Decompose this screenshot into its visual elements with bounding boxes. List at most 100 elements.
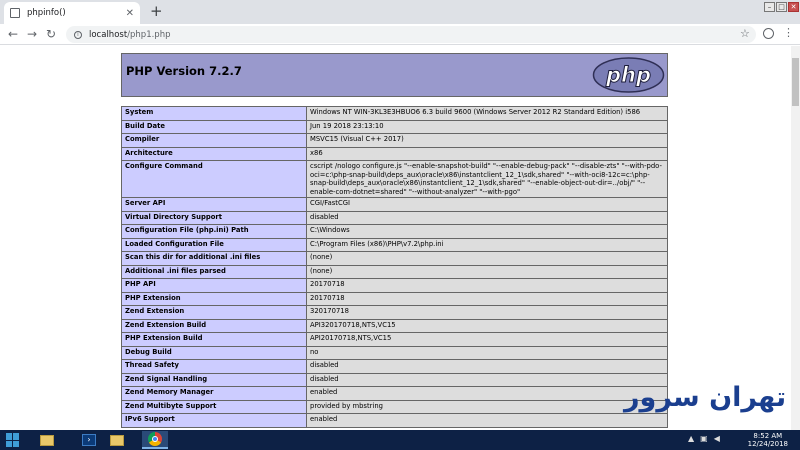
- new-tab-button[interactable]: +: [150, 4, 163, 19]
- tab-strip: phpinfo() ✕ + – □ ✕: [0, 0, 800, 24]
- info-row: Configuration File (php.ini) Path C:\Wind…: [121, 224, 668, 239]
- info-value: 20170718: [306, 291, 668, 306]
- windows-start-icon[interactable]: [6, 433, 20, 447]
- browser-menu-icon[interactable]: ⋮: [783, 26, 794, 40]
- info-key: Virtual Directory Support: [121, 210, 307, 225]
- site-info-icon[interactable]: i: [74, 30, 82, 39]
- tab-close-icon[interactable]: ✕: [126, 8, 134, 19]
- info-value: x86: [306, 146, 668, 161]
- info-key: Thread Safety: [121, 359, 307, 374]
- info-value: disabled: [306, 372, 668, 387]
- watermark-logo: تهران سرور: [624, 382, 787, 413]
- url-host: localhost: [89, 29, 128, 40]
- php-header: PHP Version 7.2.7 php: [121, 53, 668, 97]
- info-value: API320170718,NTS,VC15: [306, 318, 668, 333]
- info-row: Loaded Configuration File C:\Program File…: [121, 237, 668, 252]
- info-row: Zend Memory Manager enabled: [121, 386, 668, 401]
- clock-time: 8:52 AM: [753, 432, 783, 440]
- tray-chevron-icon[interactable]: ▲: [688, 434, 694, 443]
- info-value: API20170718,NTS,VC15: [306, 332, 668, 347]
- info-key: Loaded Configuration File: [121, 237, 307, 252]
- reload-button[interactable]: ↻: [46, 27, 56, 41]
- info-row: Thread Safety disabled: [121, 359, 668, 374]
- info-key: Additional .ini files parsed: [121, 264, 307, 279]
- account-icon[interactable]: [763, 28, 774, 39]
- info-row: Debug Build no: [121, 345, 668, 360]
- maximize-button[interactable]: □: [776, 2, 787, 12]
- info-row: Architecture x86: [121, 146, 668, 161]
- info-row: Build Date Jun 19 2018 23:13:10: [121, 119, 668, 134]
- info-key: Zend Extension: [121, 305, 307, 320]
- info-row: Configure Command cscript /nologo configu…: [121, 160, 668, 198]
- info-value: disabled: [306, 210, 668, 225]
- close-window-button[interactable]: ✕: [788, 2, 799, 12]
- taskbar-clock[interactable]: 8:52 AM 12/24/2018: [748, 432, 788, 448]
- php-logo: php: [592, 57, 665, 93]
- info-value: C:\Windows: [306, 224, 668, 239]
- phpinfo-table-body: System Windows NT WIN-3KL3E3HBUO6 6.3 bui…: [121, 106, 668, 428]
- info-key: PHP Extension Build: [121, 332, 307, 347]
- info-key: Scan this dir for additional .ini files: [121, 251, 307, 266]
- info-key: IPv6 Support: [121, 413, 307, 428]
- info-value: CGI/FastCGI: [306, 197, 668, 212]
- info-key: Architecture: [121, 146, 307, 161]
- tab-phpinfo[interactable]: phpinfo() ✕: [4, 2, 140, 24]
- info-row: Zend Multibyte Support provided by mbstri…: [121, 399, 668, 414]
- bookmark-star-icon[interactable]: ☆: [740, 27, 750, 40]
- page-title: PHP Version 7.2.7: [126, 64, 242, 78]
- info-key: Build Date: [121, 119, 307, 134]
- scrollbar-thumb[interactable]: [792, 58, 799, 106]
- network-icon[interactable]: ▣: [700, 434, 708, 443]
- page-favicon-icon: [10, 8, 20, 18]
- tab-title: phpinfo(): [27, 8, 66, 18]
- chrome-icon: [148, 432, 162, 446]
- taskbar-server-manager[interactable]: [34, 431, 60, 449]
- info-row: PHP Extension Build API20170718,NTS,VC15: [121, 332, 668, 347]
- info-key: System: [121, 106, 307, 121]
- page-viewport: PHP Version 7.2.7 php System Windows NT W…: [0, 46, 800, 430]
- info-value: Windows NT WIN-3KL3E3HBUO6 6.3 build 960…: [306, 106, 668, 121]
- info-key: Zend Memory Manager: [121, 386, 307, 401]
- folder-icon: [110, 434, 124, 446]
- info-row: Scan this dir for additional .ini files(…: [121, 251, 668, 266]
- minimize-button[interactable]: –: [764, 2, 775, 12]
- info-value: MSVC15 (Visual C++ 2017): [306, 133, 668, 148]
- server-manager-icon: [40, 434, 54, 446]
- info-value: (none): [306, 264, 668, 279]
- taskbar-file-explorer[interactable]: [104, 431, 130, 449]
- info-row: Compiler MSVC15 (Visual C++ 2017): [121, 133, 668, 148]
- forward-button[interactable]: →: [27, 27, 37, 41]
- info-value: enabled: [306, 413, 668, 428]
- window-controls: – □ ✕: [764, 0, 800, 14]
- page-scrollbar[interactable]: [791, 46, 800, 430]
- phpinfo-table: System Windows NT WIN-3KL3E3HBUO6 6.3 bui…: [121, 106, 668, 428]
- info-row: PHP Extension 20170718: [121, 291, 668, 306]
- php-logo-text: php: [605, 63, 651, 87]
- info-row: Zend Extension Build API320170718,NTS,VC1…: [121, 318, 668, 333]
- info-row: IPv6 Support enabled: [121, 413, 668, 428]
- info-key: Compiler: [121, 133, 307, 148]
- info-value: 320170718: [306, 305, 668, 320]
- info-value: no: [306, 345, 668, 360]
- url-path: /php1.php: [127, 29, 171, 40]
- browser-toolbar: ← → ↻ i localhost/php1.php: [0, 24, 800, 45]
- back-button[interactable]: ←: [8, 27, 18, 41]
- system-tray: ▲ ▣ ◀: [688, 434, 720, 443]
- address-bar[interactable]: i localhost/php1.php: [66, 26, 756, 43]
- clock-date: 12/24/2018: [747, 440, 788, 448]
- taskbar-powershell[interactable]: ›: [76, 431, 102, 449]
- info-key: Zend Signal Handling: [121, 372, 307, 387]
- powershell-icon: ›: [82, 434, 96, 446]
- info-key: Configure Command: [121, 160, 307, 198]
- info-value: cscript /nologo configure.js "--enable-s…: [306, 160, 668, 198]
- info-value: enabled: [306, 386, 668, 401]
- info-key: PHP Extension: [121, 291, 307, 306]
- info-value: provided by mbstring: [306, 399, 668, 414]
- info-key: Configuration File (php.ini) Path: [121, 224, 307, 239]
- info-key: PHP API: [121, 278, 307, 293]
- info-row: System Windows NT WIN-3KL3E3HBUO6 6.3 bui…: [121, 106, 668, 121]
- taskbar-chrome[interactable]: [142, 431, 168, 449]
- info-row: Virtual Directory Support disabled: [121, 210, 668, 225]
- volume-icon[interactable]: ◀: [714, 434, 720, 443]
- info-value: (none): [306, 251, 668, 266]
